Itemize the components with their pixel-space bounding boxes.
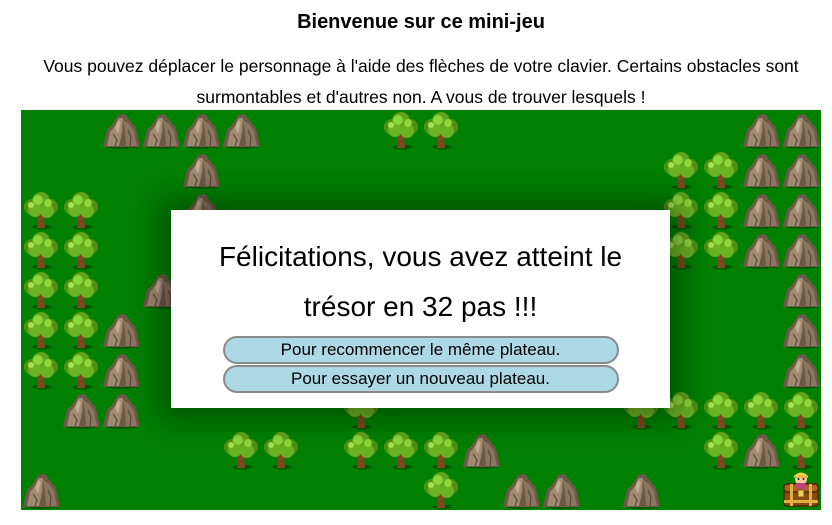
restart-same-board-button[interactable]: Pour recommencer le même plateau. (222, 336, 619, 364)
victory-message: Félicitations, vous avez atteint le trés… (218, 241, 623, 322)
tree-obstacle (701, 430, 741, 470)
rock-obstacle (741, 230, 781, 270)
tree-obstacle (421, 110, 461, 150)
tree-obstacle (661, 150, 701, 190)
tree-obstacle (381, 430, 421, 470)
rock-obstacle (181, 150, 221, 190)
tree-obstacle (61, 350, 101, 390)
rock-obstacle (101, 110, 141, 150)
tree-obstacle (21, 190, 61, 230)
tree-obstacle (61, 310, 101, 350)
rock-obstacle (781, 230, 821, 270)
tree-obstacle (741, 390, 781, 430)
tree-obstacle (61, 190, 101, 230)
tree-obstacle (701, 390, 741, 430)
tree-obstacle (781, 430, 821, 470)
rock-obstacle (541, 470, 581, 510)
rock-obstacle (781, 150, 821, 190)
tree-obstacle (341, 430, 381, 470)
rock-obstacle (781, 270, 821, 310)
rock-obstacle (101, 390, 141, 430)
rock-obstacle (461, 430, 501, 470)
rock-obstacle (781, 190, 821, 230)
tree-obstacle (61, 230, 101, 270)
rock-obstacle (741, 190, 781, 230)
victory-dialog: Félicitations, vous avez atteint le trés… (171, 210, 670, 408)
rock-obstacle (181, 110, 221, 150)
tree-obstacle (421, 470, 461, 510)
rock-obstacle (781, 350, 821, 390)
new-board-button[interactable]: Pour essayer un nouveau plateau. (222, 365, 619, 393)
tree-obstacle (21, 350, 61, 390)
rock-obstacle (221, 110, 261, 150)
tree-obstacle (421, 430, 461, 470)
rock-obstacle (781, 110, 821, 150)
rock-obstacle (781, 310, 821, 350)
treasure-chest-with-player (781, 470, 821, 510)
page-title: Bienvenue sur ce mini-jeu (297, 11, 545, 33)
rock-obstacle (501, 470, 541, 510)
tree-obstacle (701, 190, 741, 230)
rock-obstacle (141, 110, 181, 150)
rock-obstacle (741, 110, 781, 150)
tree-obstacle (781, 390, 821, 430)
game-instructions: Vous pouvez déplacer le personnage à l'a… (43, 56, 799, 107)
tree-obstacle (701, 230, 741, 270)
rock-obstacle (101, 350, 141, 390)
rock-obstacle (741, 150, 781, 190)
rock-obstacle (101, 310, 141, 350)
tree-obstacle (21, 230, 61, 270)
rock-obstacle (741, 430, 781, 470)
tree-obstacle (381, 110, 421, 150)
rock-obstacle (621, 470, 661, 510)
rock-obstacle (21, 470, 61, 510)
tree-obstacle (701, 150, 741, 190)
tree-obstacle (21, 310, 61, 350)
tree-obstacle (261, 430, 301, 470)
tree-obstacle (61, 270, 101, 310)
rock-obstacle (61, 390, 101, 430)
tree-obstacle (221, 430, 261, 470)
tree-obstacle (21, 270, 61, 310)
